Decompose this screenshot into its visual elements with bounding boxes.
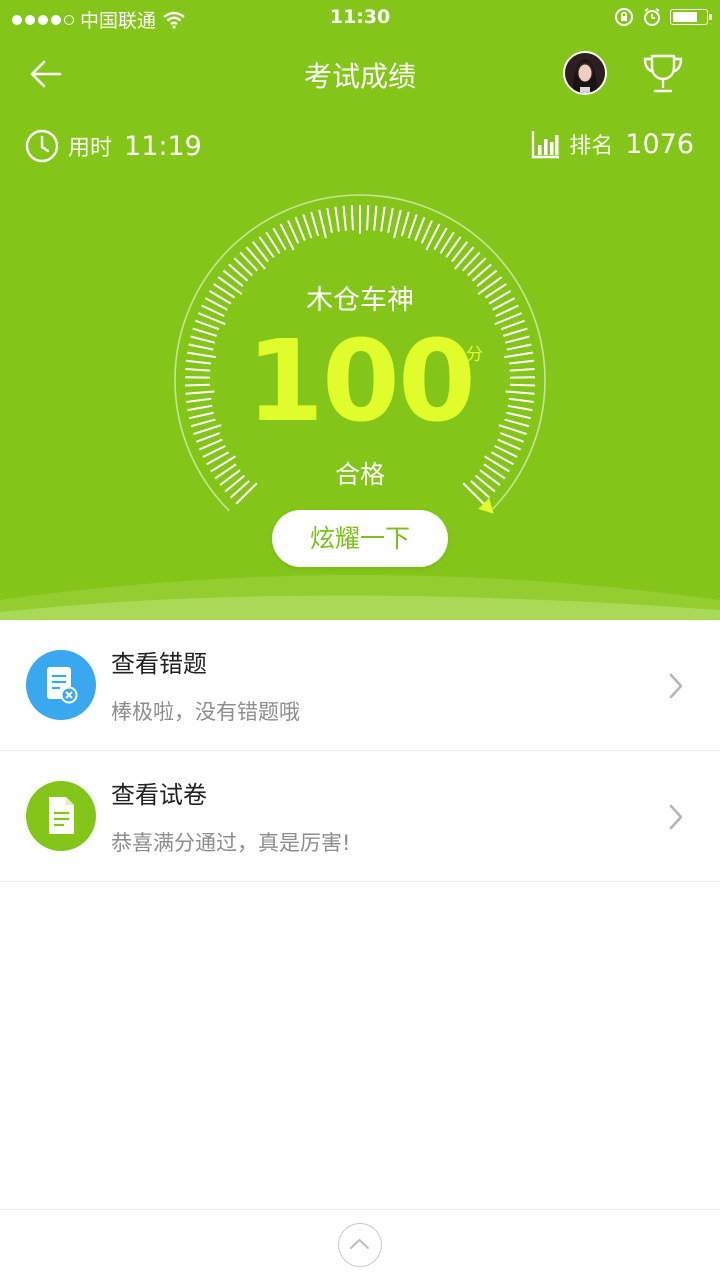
avatar[interactable] xyxy=(563,51,607,95)
gauge-tick xyxy=(393,209,402,239)
chevron-up-icon xyxy=(350,1239,369,1249)
bottom-divider xyxy=(0,1209,720,1210)
status-time: 11:30 xyxy=(329,6,391,28)
gauge-tick xyxy=(334,206,340,232)
decorative-wave xyxy=(0,575,720,620)
clock-icon xyxy=(25,129,59,163)
gauge-tick xyxy=(467,257,487,277)
wrong-questions-icon xyxy=(26,650,96,720)
share-button[interactable]: 炫耀一下 xyxy=(272,510,448,567)
rank-label: 排名 xyxy=(569,134,614,159)
gauge-tick xyxy=(294,216,306,241)
rank[interactable]: 排名 1076 xyxy=(531,128,694,160)
gauge-tick xyxy=(326,207,333,233)
list-item-title: 查看试卷 xyxy=(111,781,207,809)
list-item-subtitle: 棒极啦，没有错题哦 xyxy=(111,700,300,724)
gauge-tick xyxy=(318,209,327,239)
gauge-tick xyxy=(387,207,394,233)
trophy-icon[interactable] xyxy=(640,52,686,96)
rotation-lock-icon xyxy=(615,8,633,26)
gauge-tick xyxy=(373,205,378,231)
gauge-tick xyxy=(454,246,475,270)
gauge-tick xyxy=(380,206,386,232)
list-item-exam-paper[interactable]: 查看试卷 恭喜满分通过，真是厉害! xyxy=(0,751,720,882)
status-bar: 中国联通 11:30 xyxy=(0,0,720,36)
gauge-tick xyxy=(366,205,370,231)
scroll-up-button[interactable] xyxy=(338,1223,382,1267)
gauge-tick xyxy=(400,211,410,237)
gauge-tick xyxy=(407,214,418,239)
score-value: 100 xyxy=(246,317,476,447)
gauge-tick xyxy=(302,214,313,239)
score-unit: 分 xyxy=(466,345,483,365)
gauge-tick xyxy=(233,257,253,277)
gauge-tick xyxy=(342,205,347,231)
list-item-subtitle: 恭喜满分通过，真是厉害! xyxy=(111,831,351,855)
result-header: 中国联通 11:30 考试成绩 用时 11:19 排名 1076 木仓车神 10… xyxy=(0,0,720,620)
gauge-tick xyxy=(461,251,481,272)
time-used: 用时 11:19 xyxy=(24,128,202,164)
bar-chart-icon xyxy=(532,131,560,159)
battery-icon xyxy=(670,9,712,25)
time-value: 11:19 xyxy=(124,130,202,162)
rank-value: 1076 xyxy=(625,128,694,160)
list-item-title: 查看错题 xyxy=(111,650,207,678)
pass-status: 合格 xyxy=(334,460,385,489)
nickname: 木仓车神 xyxy=(306,285,414,316)
alarm-icon xyxy=(644,8,660,26)
gauge-tick xyxy=(350,205,354,231)
gauge-tick xyxy=(414,216,426,241)
gauge-tick xyxy=(310,211,320,237)
gauge-tick xyxy=(239,251,259,272)
chevron-right-icon xyxy=(669,804,683,830)
exam-paper-icon xyxy=(26,781,96,851)
gauge-tick xyxy=(245,246,266,270)
page-title: 考试成绩 xyxy=(303,60,416,93)
time-label: 用时 xyxy=(68,136,113,161)
list-item-wrong-questions[interactable]: 查看错题 棒极啦，没有错题哦 xyxy=(0,620,720,751)
chevron-right-icon xyxy=(669,673,683,699)
